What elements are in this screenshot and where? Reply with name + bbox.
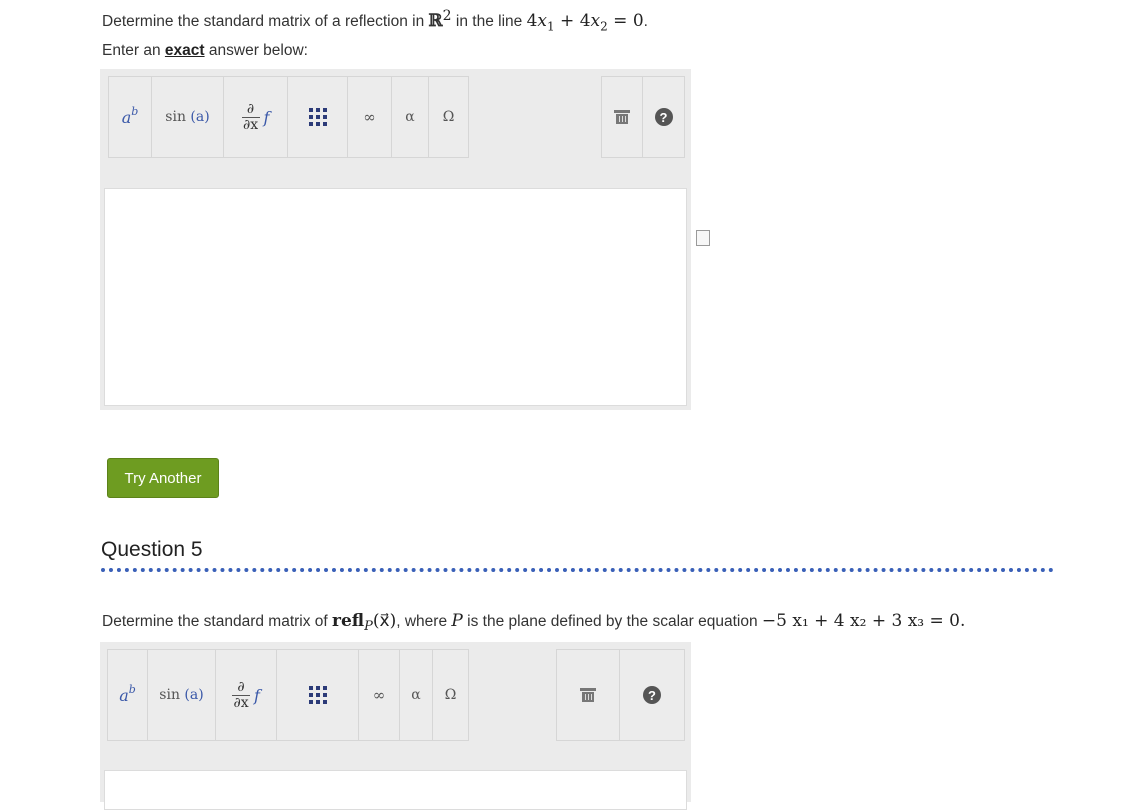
title-divider <box>101 568 1054 572</box>
matrix-icon <box>308 686 327 704</box>
exact-emphasis: exact <box>164 42 205 59</box>
question-mid: in the line <box>455 13 523 31</box>
preview-document-icon[interactable] <box>696 230 710 246</box>
editor-toolbar-2: ab sin (a) ∂ ∂x f ∞ α Ω <box>107 649 469 741</box>
matrix-button[interactable] <box>288 76 348 158</box>
matrix-button[interactable] <box>277 649 359 741</box>
trash-icon <box>614 110 630 124</box>
partial-derivative-button[interactable]: ∂ ∂x f <box>216 649 277 741</box>
answer-input-2[interactable] <box>104 770 687 810</box>
omega-button[interactable]: Ω <box>429 76 469 158</box>
power-button[interactable]: ab <box>108 76 152 158</box>
partial-derivative-button[interactable]: ∂ ∂x f <box>224 76 288 158</box>
editor-actions: ? <box>601 76 685 158</box>
help-icon: ? <box>643 686 661 704</box>
help-button[interactable]: ? <box>620 649 685 741</box>
answer-instructions: Enter an exact answer below: <box>102 42 308 59</box>
question5-text: Determine the standard matrix of reflP(x… <box>102 611 966 635</box>
answer-input[interactable] <box>104 188 687 406</box>
editor-toolbar: ab sin (a) ∂ ∂x f ∞ α Ω <box>108 76 469 158</box>
alpha-button[interactable]: α <box>392 76 429 158</box>
infinity-button[interactable]: ∞ <box>348 76 392 158</box>
sin-button[interactable]: sin (a) <box>148 649 216 741</box>
try-another-button[interactable]: Try Another <box>107 458 219 498</box>
trash-icon <box>580 688 596 702</box>
question-prefix: Determine the standard matrix of a refle… <box>102 13 425 31</box>
help-icon: ? <box>654 108 673 126</box>
clear-button[interactable] <box>556 649 620 741</box>
infinity-button[interactable]: ∞ <box>359 649 400 741</box>
alpha-button[interactable]: α <box>400 649 433 741</box>
vector-argument: (x⃗) <box>372 611 397 631</box>
question-title: Question 5 <box>101 538 203 561</box>
refl-operator: refl <box>332 611 365 631</box>
real-space-exponent: 2 <box>442 8 452 24</box>
math-editor: ab sin (a) ∂ ∂x f ∞ α Ω ? <box>100 69 691 410</box>
math-editor-2: ab sin (a) ∂ ∂x f ∞ α Ω ? <box>100 642 691 810</box>
editor-actions-2: ? <box>556 649 685 741</box>
plane-symbol: P <box>451 611 463 631</box>
line-equation: 4x1 + 4x2 = 0 <box>526 11 644 34</box>
question-text: Determine the standard matrix of a refle… <box>102 8 648 34</box>
help-button[interactable]: ? <box>643 76 685 158</box>
omega-button[interactable]: Ω <box>433 649 469 741</box>
plane-equation: −5 x₁ + 4 x₂ + 3 x₃ = 0. <box>761 611 966 631</box>
power-button[interactable]: ab <box>107 649 148 741</box>
matrix-icon <box>308 108 327 126</box>
clear-button[interactable] <box>601 76 643 158</box>
real-space-symbol: ℝ <box>428 11 443 32</box>
sin-button[interactable]: sin (a) <box>152 76 224 158</box>
